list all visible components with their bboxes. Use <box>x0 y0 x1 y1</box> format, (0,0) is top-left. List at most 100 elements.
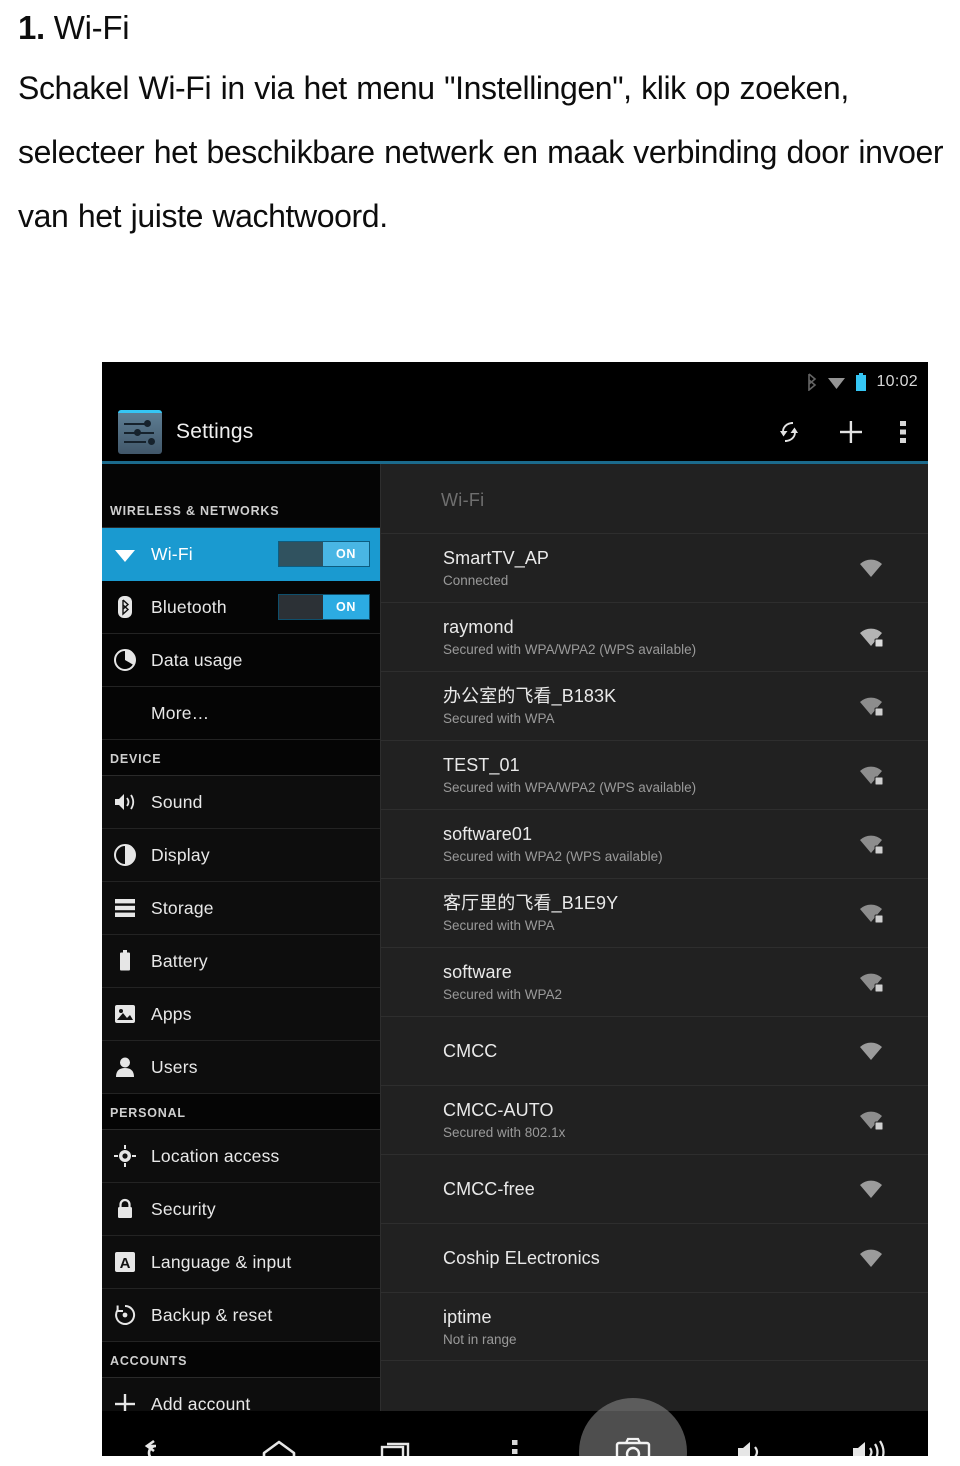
document-text-block: 1. Wi-Fi Schakel Wi-Fi in via het menu "… <box>18 6 948 248</box>
network-ssid: CMCC-free <box>443 1179 535 1199</box>
sidebar-item-sound[interactable]: Sound <box>102 776 380 829</box>
wifi-icon <box>827 375 846 390</box>
sidebar-top-spacer <box>102 464 380 492</box>
network-status: Secured with WPA2 <box>443 987 563 1002</box>
network-list-item[interactable]: software Secured with WPA2 <box>381 947 928 1016</box>
network-ssid: iptime <box>443 1306 492 1327</box>
network-text: CMCC-AUTO Secured with 802.1x <box>443 1098 844 1142</box>
network-list-item[interactable]: software01 Secured with WPA2 (WPS availa… <box>381 809 928 878</box>
settings-sidebar: WIRELESS & NETWORKS Wi-Fi ON Bluetooth O… <box>102 464 380 1431</box>
navigation-bar <box>102 1411 928 1456</box>
network-ssid: 客厅里的飞看_B1E9Y <box>443 893 619 913</box>
network-text: raymond Secured with WPA/WPA2 (WPS avail… <box>443 615 844 659</box>
volume-down-icon[interactable] <box>692 1411 810 1456</box>
network-text: 办公室的飞看_B183K Secured with WPA <box>443 684 844 728</box>
instruction-paragraph: Schakel Wi-Fi in via het menu "Instellin… <box>18 70 944 234</box>
volume-up-icon[interactable] <box>810 1411 928 1456</box>
toggle-track <box>279 595 323 619</box>
network-list-item[interactable]: SmartTV_AP Connected <box>381 533 928 602</box>
data-usage-icon <box>112 647 138 673</box>
network-list-item[interactable]: iptime Not in range <box>381 1292 928 1361</box>
network-ssid: CMCC-AUTO <box>443 1100 554 1120</box>
network-ssid: SmartTV_AP <box>443 548 550 568</box>
add-network-icon[interactable] <box>838 419 864 445</box>
sidebar-item-label: Data usage <box>151 649 243 670</box>
network-text: software01 Secured with WPA2 (WPS availa… <box>443 822 844 866</box>
network-ssid: software01 <box>443 824 533 844</box>
sound-icon <box>112 789 138 815</box>
sidebar-item-backup-reset[interactable]: Backup & reset <box>102 1289 380 1342</box>
screenshot-camera-icon[interactable] <box>574 1411 692 1456</box>
network-text: Coship ELectronics <box>443 1246 844 1270</box>
network-ssid: software <box>443 962 512 982</box>
action-bar-title: Settings <box>176 419 254 443</box>
sidebar-item-users[interactable]: Users <box>102 1041 380 1094</box>
sidebar-item-label: Bluetooth <box>151 596 227 617</box>
network-ssid: 办公室的飞看_B183K <box>443 686 617 706</box>
sidebar-item-location-access[interactable]: Location access <box>102 1130 380 1183</box>
sidebar-item-security[interactable]: Security <box>102 1183 380 1236</box>
network-text: CMCC <box>443 1039 844 1063</box>
status-bar-icons <box>806 372 867 392</box>
network-list-item[interactable]: TEST_01 Secured with WPA/WPA2 (WPS avail… <box>381 740 928 809</box>
network-list-item[interactable]: 办公室的飞看_B183K Secured with WPA <box>381 671 928 740</box>
network-status: Not in range <box>443 1331 517 1347</box>
sidebar-item-language-input[interactable]: A Language & input <box>102 1236 380 1289</box>
network-status: Secured with WPA2 (WPS available) <box>443 849 663 864</box>
scan-icon[interactable] <box>776 419 802 445</box>
network-text: iptime Not in range <box>443 1305 844 1349</box>
sidebar-item-label: Users <box>151 1056 198 1077</box>
menu-icon[interactable] <box>456 1411 574 1456</box>
network-list-item[interactable]: CMCC <box>381 1016 928 1085</box>
bluetooth-icon <box>806 373 818 392</box>
network-ssid: CMCC <box>443 1041 498 1061</box>
sidebar-item-display[interactable]: Display <box>102 829 380 882</box>
network-status: Secured with WPA/WPA2 (WPS available) <box>443 642 697 657</box>
sidebar-item-wifi[interactable]: Wi-Fi ON <box>102 528 380 581</box>
sidebar-item-data-usage[interactable]: Data usage <box>102 634 380 687</box>
recents-icon[interactable] <box>338 1411 456 1456</box>
network-text: software Secured with WPA2 <box>443 960 844 1004</box>
svg-text:A: A <box>120 1255 131 1272</box>
wifi-signal-secured-icon <box>856 969 886 995</box>
sidebar-group-header-device: DEVICE <box>102 740 380 776</box>
sidebar-item-bluetooth[interactable]: Bluetooth ON <box>102 581 380 634</box>
network-ssid: TEST_01 <box>443 755 520 775</box>
sidebar-item-storage[interactable]: Storage <box>102 882 380 935</box>
wifi-signal-secured-icon <box>856 1107 886 1133</box>
apps-icon <box>112 1001 138 1027</box>
wifi-signal-icon <box>856 1314 886 1340</box>
battery-icon <box>112 948 138 974</box>
network-list-item[interactable]: 客厅里的飞看_B1E9Y Secured with WPA <box>381 878 928 947</box>
network-list-item[interactable]: CMCC-free <box>381 1154 928 1223</box>
sidebar-item-apps[interactable]: Apps <box>102 988 380 1041</box>
bluetooth-toggle[interactable]: ON <box>278 594 370 620</box>
toggle-state-label: ON <box>323 542 369 566</box>
wifi-toggle[interactable]: ON <box>278 541 370 567</box>
network-text: SmartTV_AP Connected <box>443 546 844 590</box>
sidebar-item-label: Apps <box>151 1003 192 1024</box>
network-list-item[interactable]: CMCC-AUTO Secured with 802.1x <box>381 1085 928 1154</box>
android-settings-screenshot: 10:02 Settings WIRELESS & NETWORKS Wi-Fi… <box>102 362 928 1456</box>
sidebar-item-more[interactable]: More… <box>102 687 380 740</box>
back-icon[interactable] <box>102 1411 220 1456</box>
sidebar-item-label: Backup & reset <box>151 1304 273 1325</box>
network-status: Secured with WPA/WPA2 (WPS available) <box>443 780 697 795</box>
network-list-item[interactable]: raymond Secured with WPA/WPA2 (WPS avail… <box>381 602 928 671</box>
network-text: TEST_01 Secured with WPA/WPA2 (WPS avail… <box>443 753 844 797</box>
location-icon <box>112 1143 138 1169</box>
overflow-menu-icon[interactable] <box>900 420 906 444</box>
sidebar-item-battery[interactable]: Battery <box>102 935 380 988</box>
wifi-signal-icon <box>856 1245 886 1271</box>
network-status: Secured with WPA <box>443 711 555 726</box>
settings-body: WIRELESS & NETWORKS Wi-Fi ON Bluetooth O… <box>102 464 928 1431</box>
sidebar-item-label: Storage <box>151 897 214 918</box>
home-icon[interactable] <box>220 1411 338 1456</box>
page-title: 1. Wi-Fi <box>18 6 948 50</box>
sidebar-group-header-personal: PERSONAL <box>102 1094 380 1130</box>
sidebar-item-label: Battery <box>151 950 208 971</box>
toggle-state-label: ON <box>323 595 369 619</box>
bluetooth-icon <box>112 594 138 620</box>
network-list-item[interactable]: Coship ELectronics <box>381 1223 928 1292</box>
wifi-signal-secured-icon <box>856 693 886 719</box>
